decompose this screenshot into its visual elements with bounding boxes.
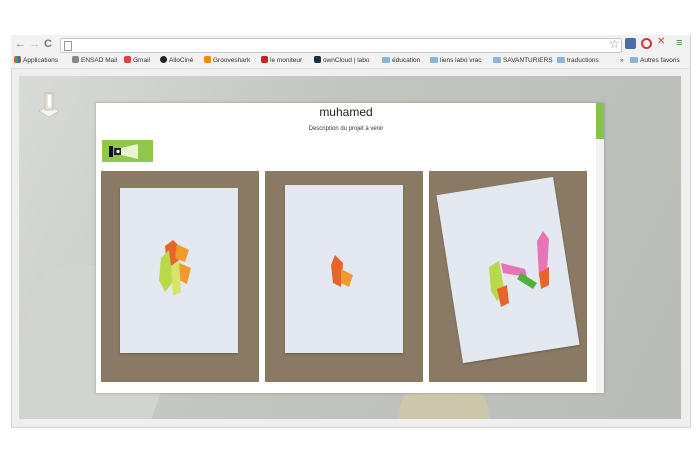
gmail-icon xyxy=(124,56,131,63)
grooveshark-icon xyxy=(204,56,211,63)
site-logo-icon[interactable] xyxy=(36,89,62,121)
flashlight-button[interactable] xyxy=(102,140,153,162)
project-photo-2[interactable] xyxy=(265,171,423,382)
project-title: muhamed xyxy=(319,105,373,119)
folder-icon xyxy=(630,57,638,63)
folder-icon xyxy=(382,57,390,63)
origami-letter-n xyxy=(489,231,549,307)
opera-icon[interactable] xyxy=(641,38,652,49)
moniteur-icon xyxy=(261,56,268,63)
bookmark-ensad-mail[interactable]: ENSAD Mail xyxy=(72,55,117,67)
folder-icon xyxy=(493,57,501,63)
bookmark-folder-traductions[interactable]: traductions xyxy=(557,55,599,67)
allocine-icon xyxy=(160,56,167,63)
owncloud-icon xyxy=(314,56,321,63)
origami-letter-b xyxy=(159,240,191,296)
forward-button[interactable]: → xyxy=(29,37,40,51)
bookmark-applications[interactable]: Applications xyxy=(14,55,58,67)
bookmark-le-moniteur[interactable]: le moniteur xyxy=(261,55,302,67)
page-icon xyxy=(64,41,72,51)
origami-shape-small xyxy=(331,255,353,287)
bookmark-folder-savanturiers[interactable]: SAVANTURIERS xyxy=(493,55,553,67)
scrollbar-thumb[interactable] xyxy=(596,103,604,139)
flashlight-icon xyxy=(109,144,138,159)
project-photo-1[interactable] xyxy=(101,171,259,382)
extension-icon[interactable] xyxy=(625,38,636,49)
bookmark-gmail[interactable]: Gmail xyxy=(124,55,150,67)
bookmark-grooveshark[interactable]: Grooveshark xyxy=(204,55,250,67)
bookmark-star-icon[interactable]: ☆ xyxy=(609,37,620,51)
bookmarks-overflow[interactable]: » xyxy=(620,55,624,67)
close-tool-icon[interactable]: ✕ xyxy=(657,36,668,47)
address-bar[interactable] xyxy=(60,38,622,53)
bookmark-folder-education[interactable]: éducation xyxy=(382,55,420,67)
scrollbar-track[interactable] xyxy=(596,103,604,393)
project-photo-3[interactable] xyxy=(429,171,587,382)
bookmark-allocine[interactable]: AlloCiné xyxy=(160,55,193,67)
back-button[interactable]: ← xyxy=(15,37,26,51)
apps-grid-icon xyxy=(14,56,21,63)
project-description: Description du projet à venir xyxy=(308,126,384,132)
bookmark-owncloud[interactable]: ownCloud | labo xyxy=(314,55,370,67)
folder-icon xyxy=(557,57,565,63)
mail-icon xyxy=(72,56,79,63)
bookmark-other-favorites[interactable]: Autres favoris xyxy=(630,55,680,67)
menu-icon[interactable]: ≡ xyxy=(676,37,682,49)
reload-button[interactable]: C xyxy=(44,37,52,51)
folder-icon xyxy=(430,57,438,63)
bookmarks-bar: Applications ENSAD Mail Gmail AlloCiné G… xyxy=(11,54,689,69)
bookmark-folder-liens[interactable]: liens labo vrac xyxy=(430,55,482,67)
